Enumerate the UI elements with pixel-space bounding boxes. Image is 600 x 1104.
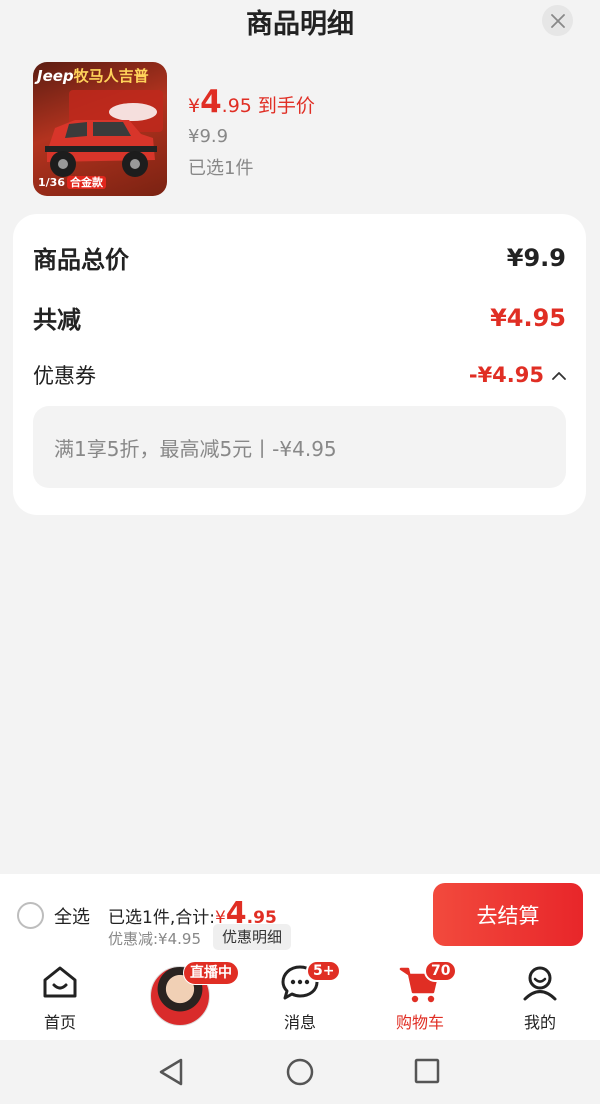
recents-icon[interactable] [414,1058,440,1088]
selected-count: 已选1件 [188,158,254,179]
live-badge: 直播中 [183,961,239,985]
coupon-value: -¥4.95 [468,363,544,387]
close-icon [550,13,565,28]
select-all-label[interactable]: 全选 [54,903,90,929]
discount-detail-button[interactable]: 优惠明细 [213,924,292,950]
reduce-label: 共减 [33,306,81,334]
header: 商品明细 [0,0,600,44]
page-title: 商品明细 [246,9,354,40]
select-all-checkbox[interactable] [17,902,44,929]
image-scale-text: 1/36 [38,176,65,189]
coupon-row[interactable]: 优惠券 -¥4.95 [33,360,566,390]
total-value: ¥9.9 [506,243,566,272]
tab-label-home: 首页 [43,1013,76,1032]
price-note: 到手价 [257,95,315,117]
coupon-value-wrap: -¥4.95 [469,363,566,387]
total-row: 商品总价 ¥9.9 [33,240,566,275]
checkout-button[interactable]: 去结算 [433,883,583,946]
system-navigation-bar [0,1040,600,1104]
original-price: ¥9.9 [188,126,229,147]
home-icon [41,964,79,1004]
cart-detail-page: 商品明细 Jeep牧马人吉普 1/36 合金款 ¥4.95 到手价 ¥9.9 已… [0,0,600,1104]
product-item: Jeep牧马人吉普 1/36 合金款 ¥4.95 到手价 ¥9.9 已选1件 [33,62,573,198]
chevron-up-icon [552,371,566,380]
profile-icon [521,964,559,1006]
tab-label-messages: 消息 [283,1013,316,1032]
price-decimal: .95 [221,95,252,117]
final-price: ¥4.95 到手价 [188,84,315,120]
tab-messages[interactable]: 5+ 消息 [240,956,360,1040]
back-icon[interactable] [158,1058,184,1090]
product-image-scale: 1/36 合金款 [38,174,106,190]
total-label: 商品总价 [33,246,129,274]
discount-text: 优惠减:¥4.95 [108,930,201,948]
reduce-value: ¥4.95 [490,303,566,332]
bottom-tab-bar: 首页 直播中 5+ 消息 70 购物车 我的 [0,956,600,1040]
reduce-row: 共减 ¥4.95 [33,300,566,335]
price-summary-card: 商品总价 ¥9.9 共减 ¥4.95 优惠券 -¥4.95 满1享5折，最高减5… [13,214,586,515]
tab-home[interactable]: 首页 [0,956,120,1040]
price-currency: ¥ [188,95,201,117]
tab-label-profile: 我的 [523,1013,556,1032]
tab-profile[interactable]: 我的 [480,956,600,1040]
price-integer: 4 [200,84,222,120]
product-image[interactable]: Jeep牧马人吉普 1/36 合金款 [33,62,167,196]
image-tag: 合金款 [66,176,106,189]
home-circle-icon[interactable] [286,1058,314,1090]
sum-prefix: 已选1件,合计: [108,908,215,928]
message-badge: 5+ [306,960,342,982]
coupon-label: 优惠券 [33,364,96,388]
tab-live[interactable]: 直播中 [120,956,240,1040]
coupon-detail: 满1享5折，最高减5元丨-¥4.95 [33,406,566,488]
checkout-bar: 全选 已选1件,合计:¥4.95 优惠减:¥4.95 优惠明细 去结算 [0,874,600,956]
tab-label-cart: 购物车 [395,1013,444,1032]
cart-badge: 70 [424,960,458,982]
close-button[interactable] [542,5,573,36]
tab-cart[interactable]: 70 购物车 [360,956,480,1040]
